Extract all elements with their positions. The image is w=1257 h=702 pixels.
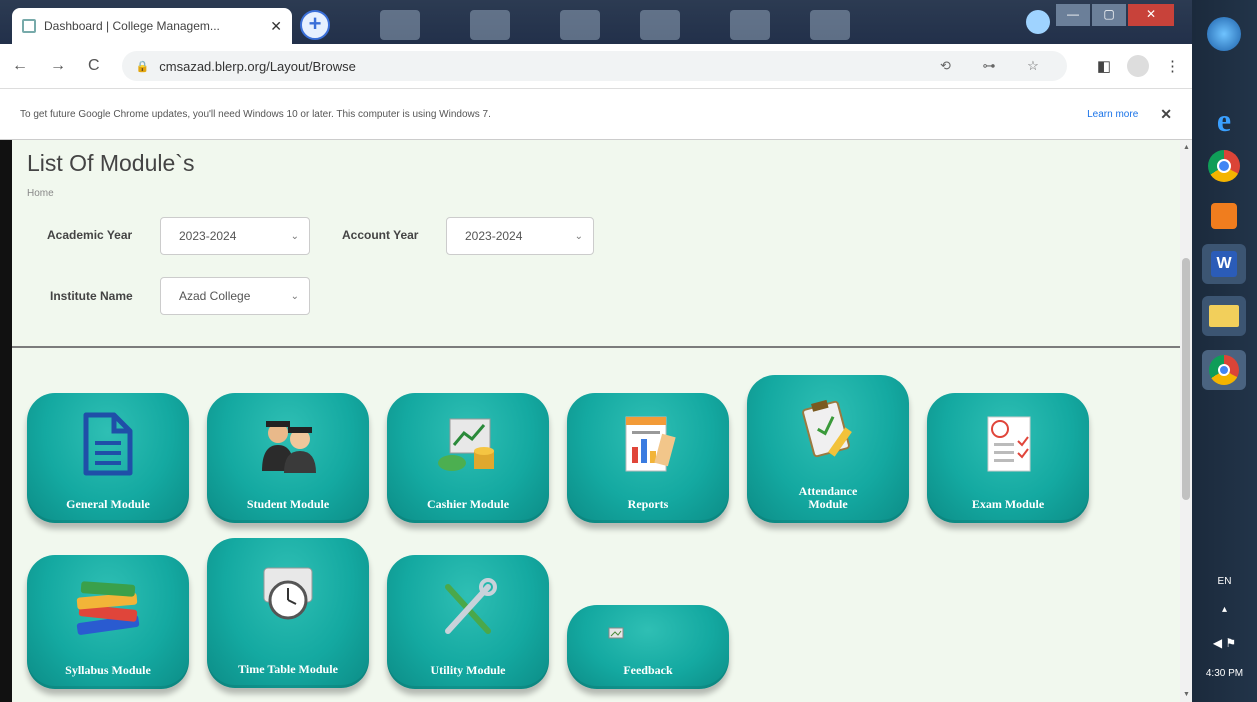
tile-label: Student Module (246, 497, 330, 511)
report-icon (625, 416, 676, 472)
background-window-thumbnail (640, 10, 680, 40)
chrome-icon[interactable] (1202, 146, 1246, 186)
academic-year-value: 2023-2024 (179, 229, 237, 243)
profile-avatar[interactable] (1127, 55, 1149, 77)
page-content: List Of Module`s Home Academic Year 2023… (12, 140, 1180, 702)
forward-button[interactable]: → (50, 57, 66, 75)
background-window-thumbnail (470, 10, 510, 40)
tab-title: Dashboard | College Managem... (44, 19, 220, 33)
screen: Dashboard | College Managem... ✕ + — ▢ ✕… (0, 0, 1257, 702)
reports-tile[interactable]: Reports (567, 393, 729, 523)
favicon-icon (22, 19, 36, 33)
divider (12, 346, 1180, 348)
new-tab-button[interactable]: + (300, 10, 330, 40)
institute-name-value: Azad College (179, 289, 251, 303)
tools-icon (445, 578, 497, 634)
volume-network-icons[interactable]: ◀ ⚑ (1192, 636, 1257, 650)
academic-year-select[interactable]: 2023-2024 ⌄ (160, 217, 310, 255)
time-table-module-tile[interactable]: Time Table Module (207, 538, 369, 688)
back-button[interactable]: ← (12, 57, 28, 75)
learn-more-link[interactable]: Learn more (1087, 109, 1138, 120)
tile-label: General Module (66, 497, 150, 511)
general-module-tile[interactable]: General Module (27, 393, 189, 523)
start-button-icon[interactable] (1202, 14, 1246, 54)
update-infobar: To get future Google Chrome updates, you… (0, 88, 1192, 140)
page-title: List Of Module`s (27, 150, 195, 176)
account-year-select[interactable]: 2023-2024 ⌄ (446, 217, 594, 255)
infobar-message: To get future Google Chrome updates, you… (20, 108, 491, 120)
internet-explorer-icon[interactable]: e (1202, 100, 1246, 140)
sidebar-icon[interactable]: ◧ (1097, 57, 1111, 75)
syllabus-module-tile[interactable]: Syllabus Module (27, 555, 189, 689)
window-edge (0, 140, 12, 702)
language-indicator[interactable]: EN (1192, 576, 1257, 587)
page-scrollbar[interactable]: ▲ ▼ (1180, 140, 1192, 702)
chrome-profile-icon[interactable] (1026, 10, 1050, 34)
institute-name-label: Institute Name (50, 289, 133, 303)
tile-label: Attendance Module (798, 484, 858, 511)
breadcrumb-home[interactable]: Home (27, 188, 54, 199)
file-explorer-icon[interactable] (1202, 296, 1246, 336)
url-text: cmsazad.blerp.org/Layout/Browse (159, 58, 356, 74)
url-input[interactable]: 🔒 cmsazad.blerp.org/Layout/Browse ⟲ ⊶ ☆ (121, 51, 1067, 81)
browser-menu-icon[interactable]: ⋮ (1165, 57, 1180, 75)
tab-close-icon[interactable]: ✕ (270, 18, 282, 35)
account-year-label: Account Year (342, 228, 419, 242)
window-close-button[interactable]: ✕ (1128, 4, 1174, 26)
tile-label: Utility Module (430, 663, 506, 677)
toolbar-right: ◧ ⋮ (1081, 55, 1180, 77)
books-icon (76, 581, 140, 635)
clipboard-icon (802, 399, 852, 458)
chevron-down-icon: ⌄ (574, 230, 583, 242)
window-controls: — ▢ ✕ (1054, 4, 1174, 26)
tile-label: Time Table Module (238, 662, 338, 676)
scrollbar-thumb[interactable] (1182, 258, 1190, 500)
reload-button[interactable]: C (88, 57, 100, 75)
broken-image-icon (608, 627, 624, 639)
chevron-down-icon: ⌄ (290, 230, 299, 242)
institute-name-select[interactable]: Azad College ⌄ (160, 277, 310, 315)
academic-year-label: Academic Year (47, 228, 133, 242)
scroll-down-icon[interactable]: ▼ (1183, 691, 1190, 698)
students-icon (262, 421, 316, 473)
background-window-thumbnail (810, 10, 850, 40)
scroll-up-icon[interactable]: ▲ (1183, 144, 1190, 151)
attendance-module-tile[interactable]: Attendance Module (747, 375, 909, 523)
clock-time[interactable]: 4:30 PM (1192, 668, 1257, 679)
account-year-value: 2023-2024 (465, 229, 523, 243)
exam-paper-icon (987, 416, 1031, 472)
tile-label: Reports (627, 497, 669, 511)
background-window-thumbnail (560, 10, 600, 40)
chevron-down-icon: ⌄ (290, 290, 299, 302)
word-icon[interactable]: W (1202, 244, 1246, 284)
cashier-module-tile[interactable]: Cashier Module (387, 393, 549, 523)
background-window-thumbnail (380, 10, 420, 40)
tile-label: Exam Module (971, 497, 1045, 511)
browser-tab-bar: Dashboard | College Managem... ✕ + — ▢ ✕ (0, 0, 1192, 44)
tray-arrow-icon[interactable]: ▴ (1192, 604, 1257, 615)
feedback-tile[interactable]: Feedback (567, 605, 729, 689)
infobar-close-icon[interactable]: ✕ (1160, 106, 1172, 123)
cashier-icon (438, 418, 494, 471)
address-bar: ← → C 🔒 cmsazad.blerp.org/Layout/Browse … (0, 44, 1192, 88)
background-window-thumbnail (730, 10, 770, 40)
student-module-tile[interactable]: Student Module (207, 393, 369, 523)
document-icon (83, 412, 133, 476)
omnibox-action-icons[interactable]: ⟲ ⊶ ☆ (940, 58, 1053, 74)
utility-module-tile[interactable]: Utility Module (387, 555, 549, 689)
tile-label: Cashier Module (426, 497, 510, 511)
exam-module-tile[interactable]: Exam Module (927, 393, 1089, 523)
media-player-icon[interactable] (1202, 196, 1246, 236)
lock-icon[interactable]: 🔒 (136, 60, 150, 73)
browser-tab[interactable]: Dashboard | College Managem... ✕ (12, 8, 292, 44)
windows-taskbar: e W EN ▴ ◀ ⚑ 4:30 PM (1192, 0, 1257, 702)
chrome-active-icon[interactable] (1202, 350, 1246, 390)
tile-label: Syllabus Module (65, 663, 151, 677)
tile-label: Feedback (623, 663, 673, 677)
clock-icon (263, 567, 313, 620)
minimize-button[interactable]: — (1056, 4, 1090, 26)
maximize-button[interactable]: ▢ (1092, 4, 1126, 26)
